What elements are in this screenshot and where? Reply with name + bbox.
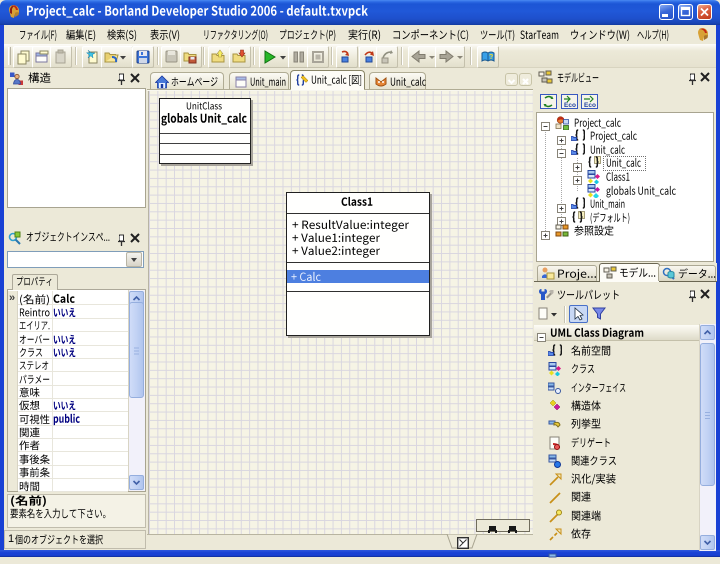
svg-text:Eco: Eco (564, 102, 576, 108)
svg-text:?: ? (489, 54, 493, 61)
svg-text:Eco: Eco (584, 102, 596, 108)
